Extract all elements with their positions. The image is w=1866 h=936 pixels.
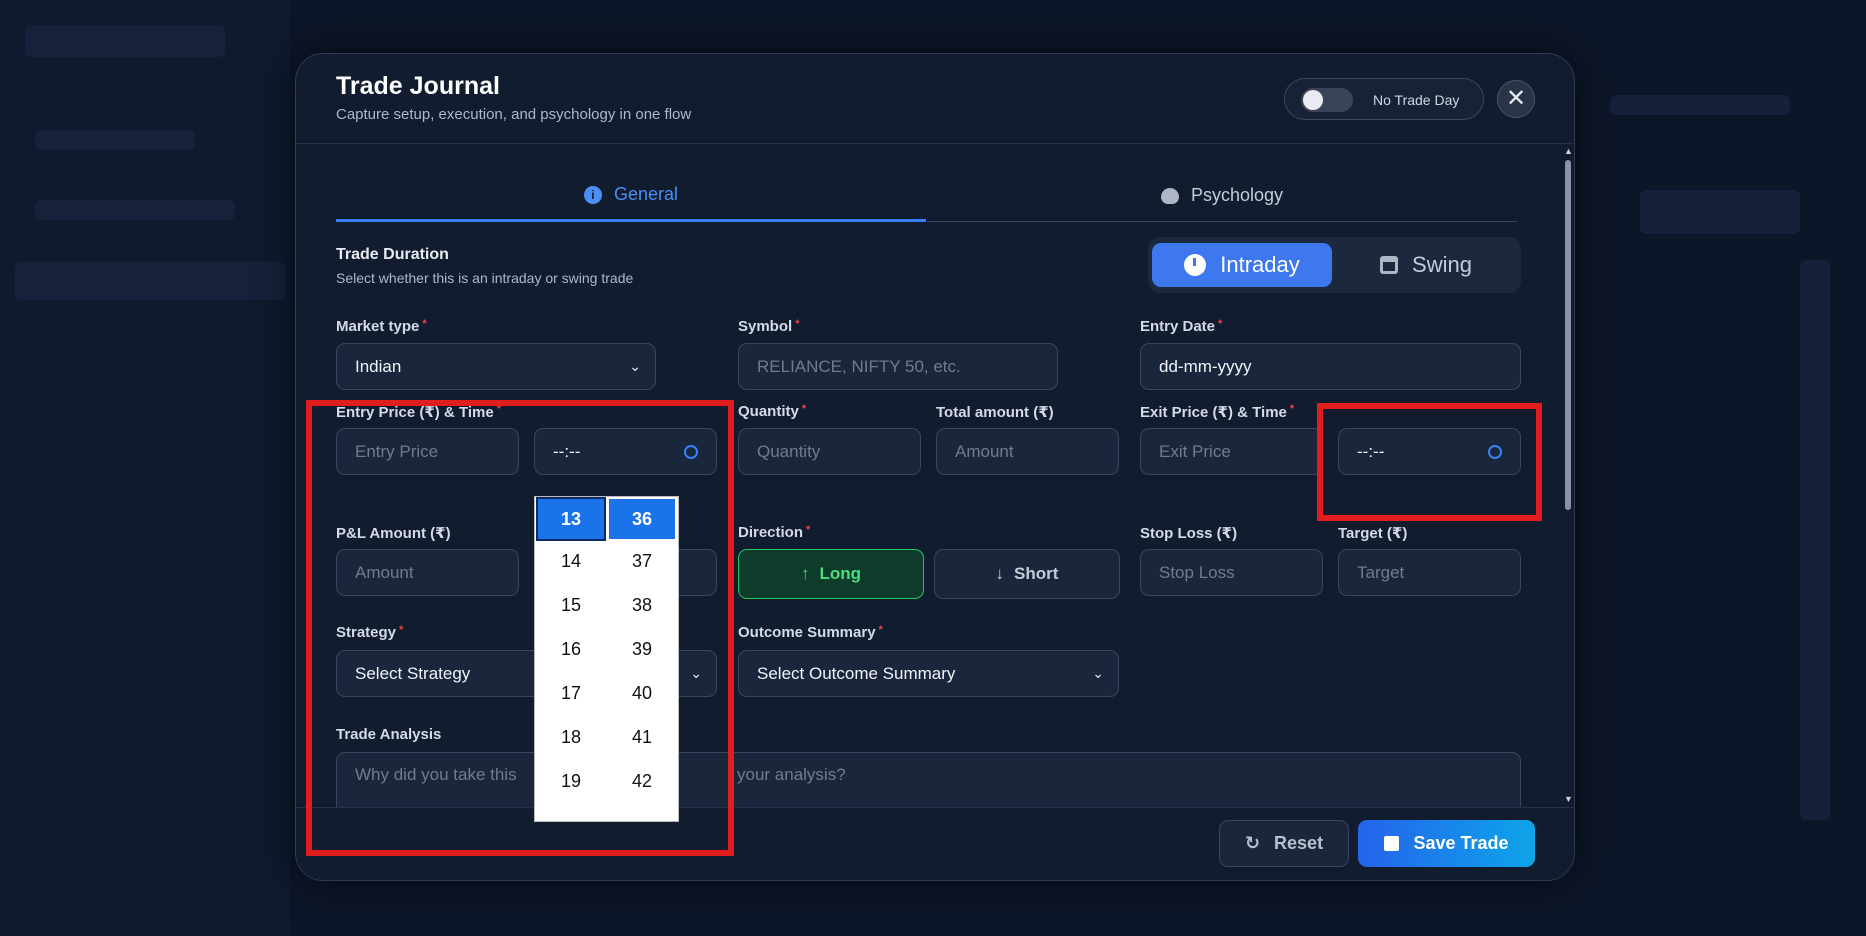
swing-label: Swing bbox=[1412, 252, 1472, 277]
trade-duration-switch: Intraday Swing bbox=[1148, 237, 1521, 293]
market-type-label: Market type * bbox=[336, 318, 427, 335]
background-block bbox=[25, 25, 225, 57]
entry-date-input[interactable]: dd-mm-yyyy bbox=[1140, 343, 1521, 390]
chevron-down-icon: ⌄ bbox=[1092, 665, 1104, 681]
highlight-box-exit-time bbox=[1317, 403, 1542, 521]
target-input[interactable]: Target bbox=[1338, 549, 1521, 596]
background-block bbox=[1610, 95, 1790, 115]
close-button[interactable]: ✕ bbox=[1497, 80, 1535, 118]
close-icon: ✕ bbox=[1505, 85, 1527, 112]
chevron-down-icon: ⌄ bbox=[629, 358, 641, 374]
background-block bbox=[1640, 190, 1800, 234]
outcome-summary-select[interactable]: Select Outcome Summary ⌄ bbox=[738, 650, 1119, 697]
exit-price-time-label: Exit Price (₹) & Time * bbox=[1140, 403, 1295, 421]
arrow-down-icon: ↓ bbox=[995, 564, 1005, 583]
highlight-box-entry bbox=[306, 400, 734, 856]
clock-icon bbox=[1184, 254, 1207, 276]
trade-duration-title: Trade Duration bbox=[336, 246, 449, 263]
background-block bbox=[35, 200, 235, 220]
toggle-switch[interactable] bbox=[1301, 88, 1353, 112]
tab-label: Psychology bbox=[1190, 185, 1284, 205]
trade-duration-subtitle: Select whether this is an intraday or sw… bbox=[336, 270, 634, 286]
symbol-label: Symbol * bbox=[738, 318, 800, 335]
no-trade-day-label: No Trade Day bbox=[1373, 92, 1460, 108]
target-label: Target (₹) bbox=[1338, 525, 1408, 542]
modal-subtitle: Capture setup, execution, and psychology… bbox=[336, 106, 692, 123]
stop-loss-label: Stop Loss (₹) bbox=[1140, 525, 1238, 542]
tab-general[interactable]: i General bbox=[336, 170, 926, 222]
intraday-label: Intraday bbox=[1220, 252, 1300, 277]
background-block bbox=[35, 130, 195, 150]
tab-label: General bbox=[613, 184, 679, 204]
arrow-up-icon: ↑ bbox=[800, 564, 810, 583]
brain-icon bbox=[1160, 187, 1179, 204]
short-button[interactable]: ↓ Short bbox=[934, 549, 1120, 599]
total-amount-label: Total amount (₹) bbox=[936, 404, 1054, 421]
modal-header: Trade Journal Capture setup, execution, … bbox=[296, 54, 1574, 144]
modal-title: Trade Journal bbox=[336, 72, 500, 100]
entry-date-label: Entry Date * bbox=[1140, 318, 1223, 335]
background-block bbox=[1800, 260, 1830, 820]
background-block bbox=[15, 262, 285, 300]
calendar-icon bbox=[1380, 256, 1399, 274]
info-icon: i bbox=[583, 185, 602, 204]
outcome-summary-label: Outcome Summary * bbox=[738, 624, 883, 641]
tab-psychology[interactable]: Psychology bbox=[927, 170, 1517, 222]
scroll-up-arrow-icon[interactable]: ▲ bbox=[1564, 146, 1573, 156]
total-amount-input[interactable]: Amount bbox=[936, 428, 1119, 475]
exit-price-input[interactable]: Exit Price bbox=[1140, 428, 1323, 475]
stop-loss-input[interactable]: Stop Loss bbox=[1140, 549, 1323, 596]
reset-button[interactable]: ↻ Reset bbox=[1219, 820, 1349, 867]
save-icon bbox=[1384, 836, 1400, 851]
save-trade-button[interactable]: Save Trade bbox=[1358, 820, 1535, 867]
no-trade-day-toggle[interactable]: No Trade Day bbox=[1284, 78, 1484, 120]
swing-button[interactable]: Swing bbox=[1336, 243, 1516, 287]
market-type-select[interactable]: Indian ⌄ bbox=[336, 343, 656, 390]
quantity-input[interactable]: Quantity bbox=[738, 428, 921, 475]
quantity-label: Quantity * bbox=[738, 403, 807, 420]
direction-label: Direction * bbox=[738, 524, 811, 541]
long-button[interactable]: ↑ Long bbox=[738, 549, 924, 599]
scroll-down-arrow-icon[interactable]: ▼ bbox=[1564, 794, 1573, 804]
scrollbar-thumb[interactable] bbox=[1565, 160, 1571, 510]
reset-icon: ↻ bbox=[1244, 833, 1261, 853]
toggle-knob bbox=[1303, 90, 1323, 110]
intraday-button[interactable]: Intraday bbox=[1152, 243, 1332, 287]
symbol-input[interactable]: RELIANCE, NIFTY 50, etc. bbox=[738, 343, 1058, 390]
